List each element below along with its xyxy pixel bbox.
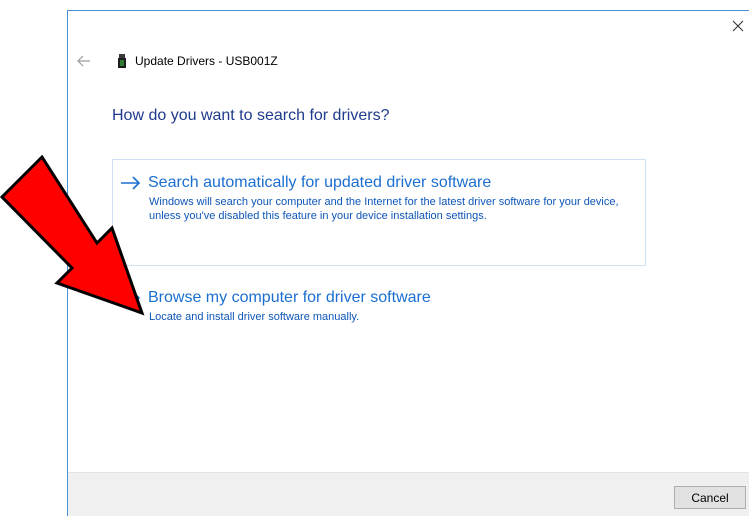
dialog-title: Update Drivers - USB001Z [135, 54, 278, 68]
close-button[interactable] [731, 19, 745, 33]
search-automatically-option[interactable]: Search automatically for updated driver … [112, 159, 646, 266]
option-description: Windows will search your computer and th… [149, 196, 619, 222]
usb-device-icon [116, 53, 128, 69]
page-heading: How do you want to search for drivers? [112, 107, 390, 124]
cancel-button[interactable]: Cancel [674, 486, 746, 509]
option-header: Search automatically for updated driver … [120, 174, 645, 192]
arrow-right-icon [120, 175, 142, 191]
option-title: Search automatically for updated driver … [148, 174, 492, 191]
back-button[interactable] [76, 54, 92, 68]
close-icon [732, 20, 744, 32]
arrow-right-icon [120, 290, 142, 306]
option-header: Browse my computer for driver software [120, 289, 646, 307]
browse-computer-option[interactable]: Browse my computer for driver software L… [112, 279, 646, 349]
screenshot-stage: Update Drivers - USB001Z How do you want… [0, 0, 749, 516]
dialog-title-bar: Update Drivers - USB001Z [116, 51, 278, 71]
dialog-footer: Cancel [68, 472, 749, 516]
option-description: Locate and install driver software manua… [149, 311, 360, 323]
update-drivers-dialog: Update Drivers - USB001Z How do you want… [67, 10, 749, 516]
back-arrow-icon [77, 55, 90, 67]
option-title: Browse my computer for driver software [148, 289, 431, 306]
